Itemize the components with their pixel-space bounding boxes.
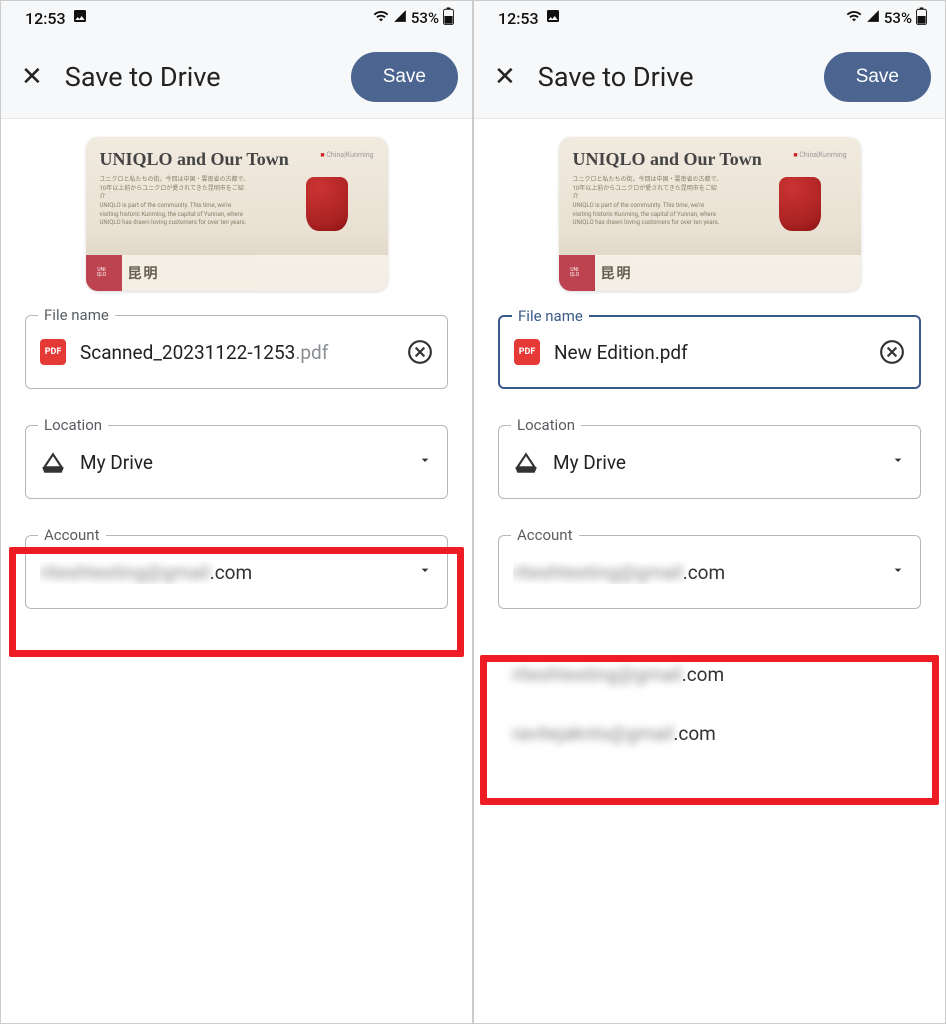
status-time: 12:53 — [25, 9, 66, 28]
status-bar: 12:53 53% — [474, 1, 945, 35]
chevron-down-icon — [890, 562, 906, 582]
filename-value: New Edition.pdf — [554, 341, 865, 364]
signal-icon — [393, 9, 407, 27]
location-field[interactable]: Location My Drive — [25, 425, 448, 499]
location-field[interactable]: Location My Drive — [498, 425, 921, 499]
header: ✕ Save to Drive Save — [1, 35, 472, 119]
filename-field[interactable]: File name PDF Scanned_20231122-1253.pdf — [25, 315, 448, 389]
location-value: My Drive — [553, 451, 876, 474]
filename-label: File name — [38, 306, 115, 324]
location-label: Location — [38, 416, 108, 434]
preview-subtext: ユニクロと私たちの街。今回は中国・雲南省の古都で、10年以上前からユニクロが愛さ… — [573, 176, 723, 228]
phone-screen-left: 12:53 53% ✕ Save to Drive Save ■ China|K… — [0, 0, 473, 1024]
location-label: Location — [511, 416, 581, 434]
filename-field[interactable]: File name PDF New Edition.pdf — [498, 315, 921, 389]
battery-pct: 53% — [884, 9, 912, 27]
header: ✕ Save to Drive Save — [474, 35, 945, 119]
phone-screen-right: 12:53 53% ✕ Save to Drive Save ■ China|K… — [473, 0, 946, 1024]
account-value: riteshtesting@gmail.com — [513, 561, 876, 584]
tutorial-highlight — [480, 655, 939, 805]
screenshot-icon — [72, 8, 88, 28]
tutorial-highlight — [9, 547, 464, 657]
account-label: Account — [511, 526, 579, 544]
save-button[interactable]: Save — [351, 52, 458, 102]
battery-icon — [443, 7, 454, 29]
screenshot-icon — [545, 8, 561, 28]
chevron-down-icon — [890, 452, 906, 472]
preview-strip: UNIQLO 昆明 — [559, 255, 861, 291]
document-preview[interactable]: ■ China|Kunming UNIQLO and Our Town ユニクロ… — [559, 137, 861, 291]
save-button[interactable]: Save — [824, 52, 931, 102]
document-preview[interactable]: ■ China|Kunming UNIQLO and Our Town ユニクロ… — [86, 137, 388, 291]
location-value: My Drive — [80, 451, 403, 474]
status-time: 12:53 — [498, 9, 539, 28]
battery-pct: 53% — [411, 9, 439, 27]
filename-label: File name — [512, 307, 589, 325]
signal-icon — [866, 9, 880, 27]
clear-icon[interactable] — [879, 339, 905, 365]
page-title: Save to Drive — [538, 61, 802, 93]
account-field[interactable]: Account riteshtesting@gmail.com — [498, 535, 921, 609]
close-icon[interactable]: ✕ — [494, 64, 516, 90]
drive-icon — [40, 449, 66, 475]
preview-region-tag: ■ China|Kunming — [320, 151, 373, 159]
preview-ornament — [779, 177, 821, 231]
pdf-icon: PDF — [40, 339, 66, 365]
preview-subtext: ユニクロと私たちの街。今回は中国・雲南省の古都で、10年以上前からユニクロが愛さ… — [100, 176, 250, 228]
filename-value: Scanned_20231122-1253.pdf — [80, 341, 393, 364]
chevron-down-icon — [417, 452, 433, 472]
account-label: Account — [38, 526, 106, 544]
content-area: ■ China|Kunming UNIQLO and Our Town ユニクロ… — [474, 119, 945, 1023]
status-bar: 12:53 53% — [1, 1, 472, 35]
page-title: Save to Drive — [65, 61, 329, 93]
preview-ornament — [306, 177, 348, 231]
pdf-icon: PDF — [514, 339, 540, 365]
preview-region-tag: ■ China|Kunming — [793, 151, 846, 159]
wifi-icon — [846, 8, 862, 28]
preview-strip: UNIQLO 昆明 — [86, 255, 388, 291]
clear-icon[interactable] — [407, 339, 433, 365]
drive-icon — [513, 449, 539, 475]
battery-icon — [916, 7, 927, 29]
wifi-icon — [373, 8, 389, 28]
close-icon[interactable]: ✕ — [21, 64, 43, 90]
